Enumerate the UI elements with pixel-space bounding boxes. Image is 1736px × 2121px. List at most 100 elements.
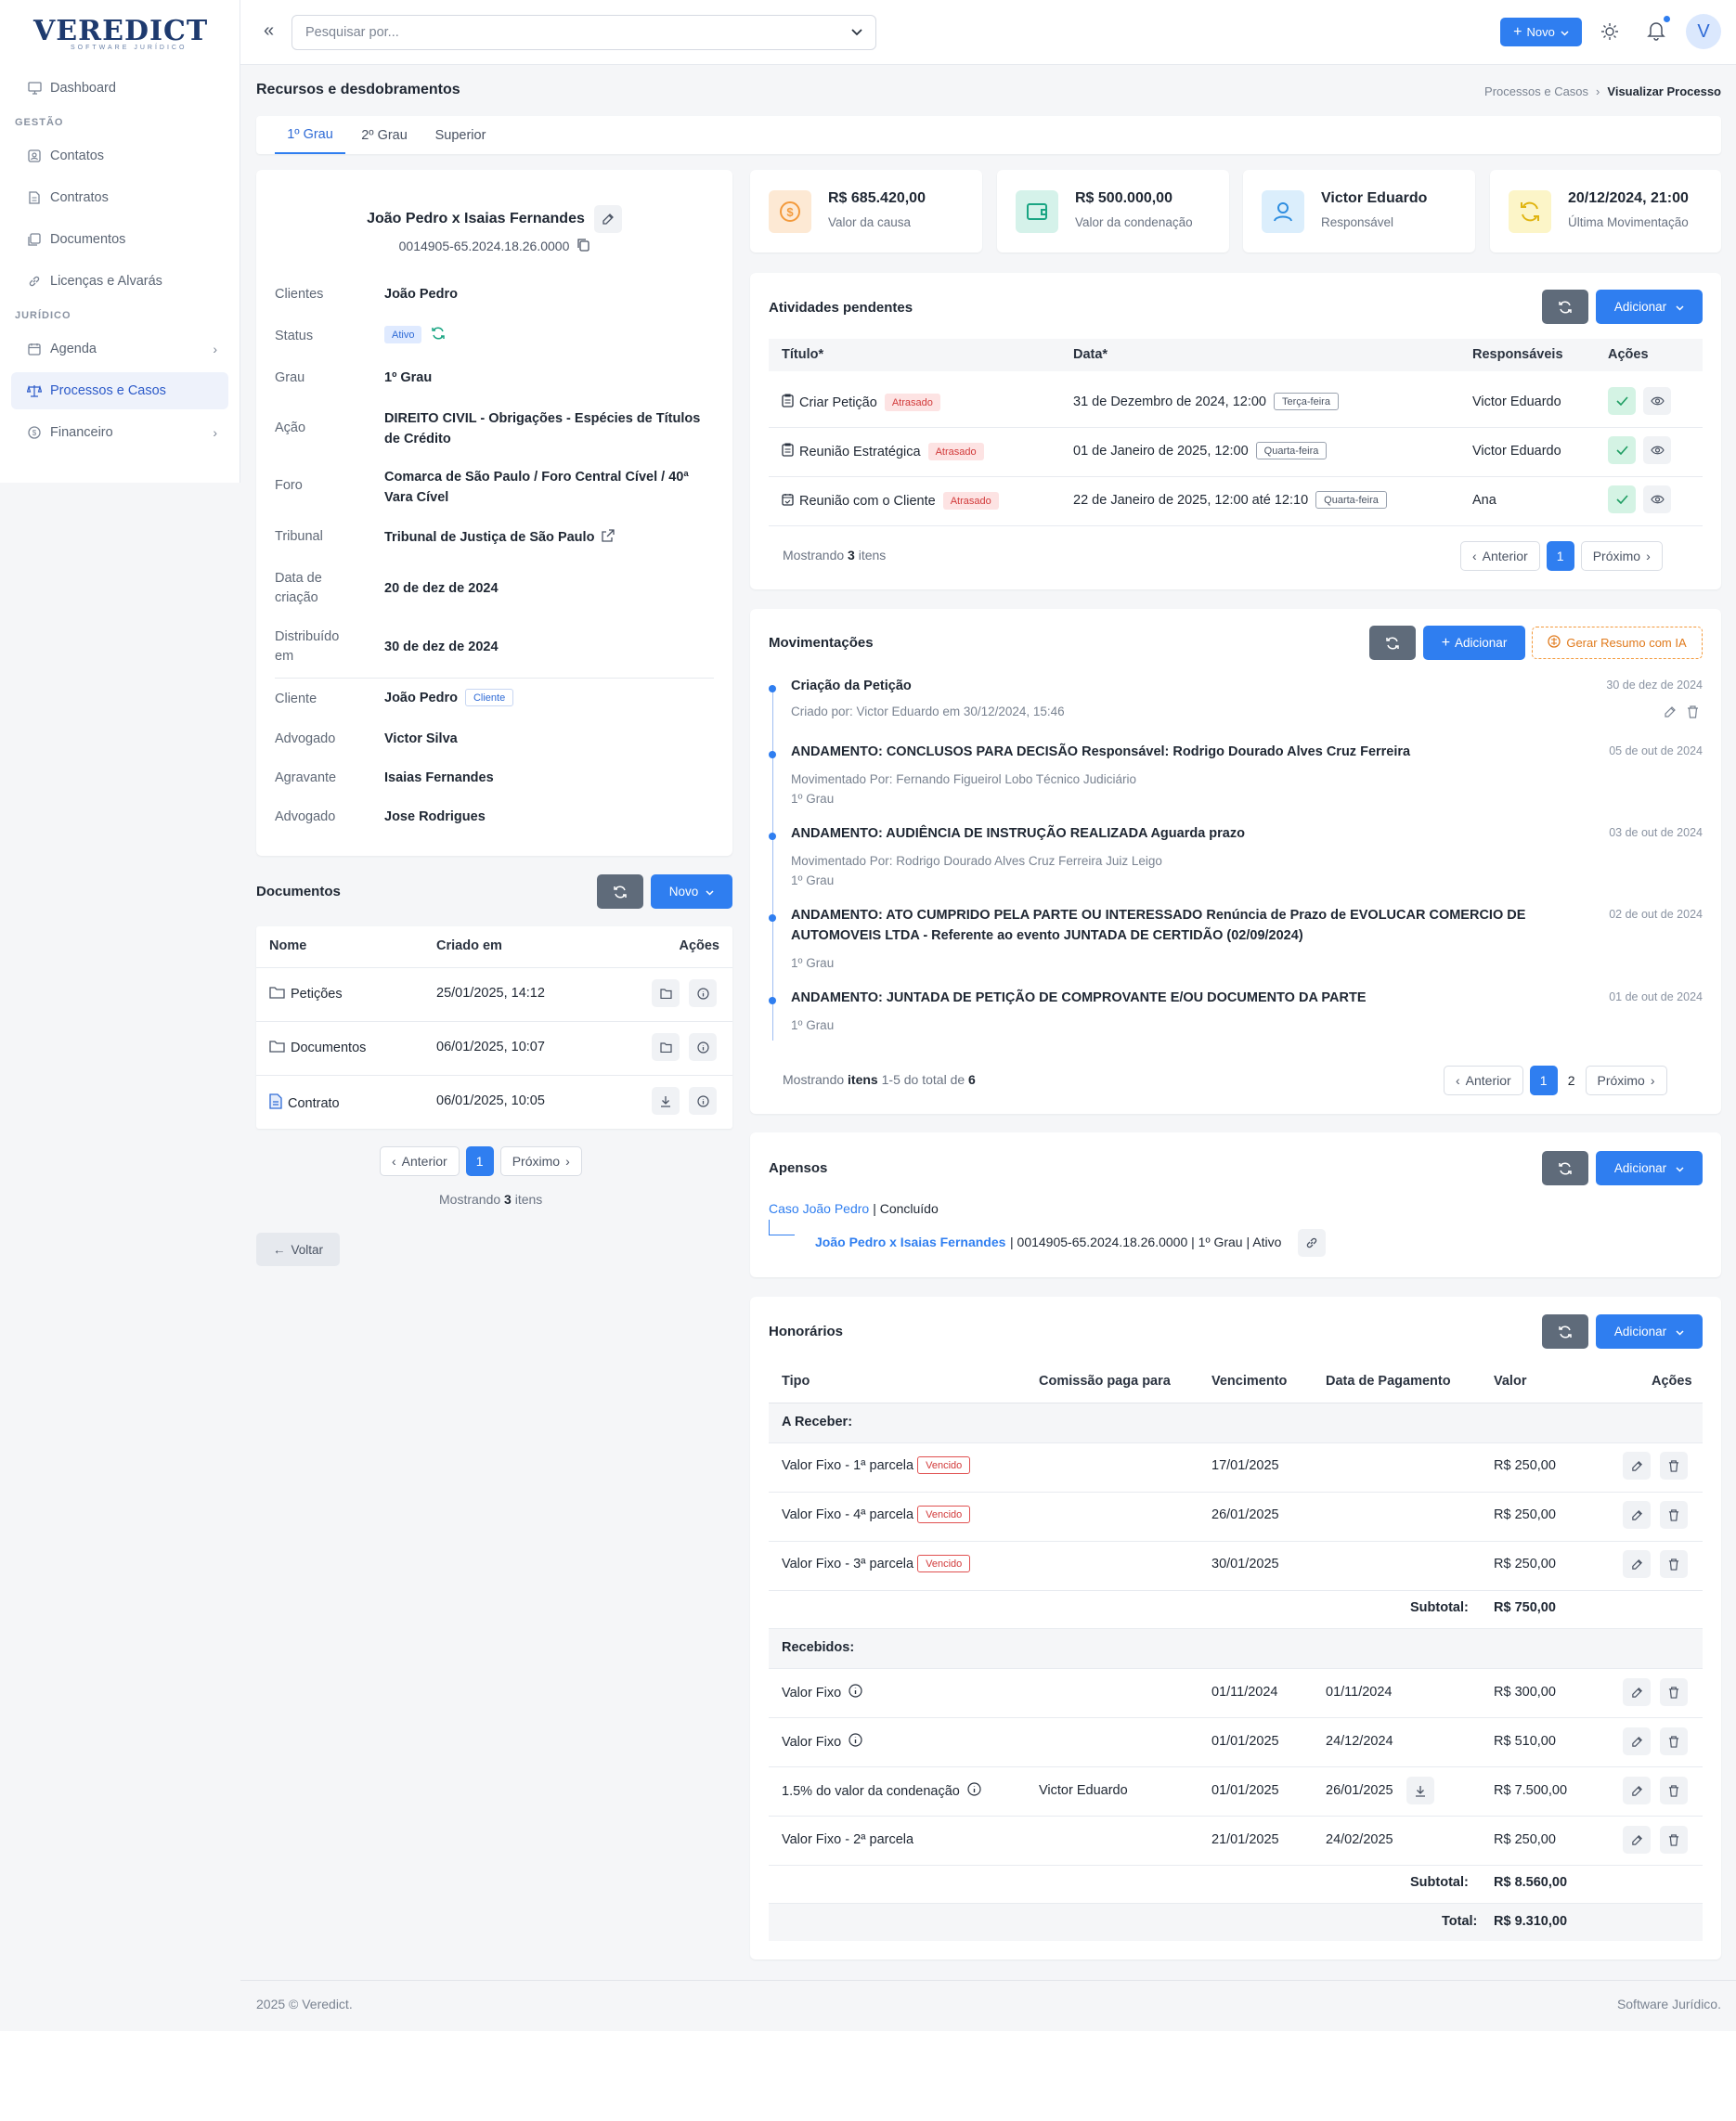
sidebar-item-licencas[interactable]: Licenças e Alvarás bbox=[11, 263, 228, 300]
sidebar-item-dashboard[interactable]: Dashboard bbox=[11, 70, 228, 107]
trash-icon[interactable] bbox=[1660, 1550, 1688, 1578]
complete-check-icon[interactable] bbox=[1608, 436, 1636, 464]
page-2-button[interactable]: 2 bbox=[1563, 1066, 1579, 1095]
download-icon[interactable] bbox=[652, 1087, 680, 1115]
info-icon[interactable] bbox=[689, 979, 717, 1007]
sidebar-item-processos[interactable]: Processos e Casos bbox=[11, 372, 228, 409]
add-activity-button[interactable]: Adicionar bbox=[1596, 290, 1703, 324]
add-honorario-button[interactable]: Adicionar bbox=[1596, 1314, 1703, 1349]
edit-icon[interactable] bbox=[1623, 1727, 1651, 1755]
files-icon bbox=[26, 231, 43, 248]
edit-icon[interactable] bbox=[1623, 1452, 1651, 1480]
trash-icon[interactable] bbox=[1660, 1826, 1688, 1854]
previous-page-button[interactable]: ‹ Anterior bbox=[1460, 541, 1540, 571]
next-page-button[interactable]: Próximo › bbox=[499, 1146, 582, 1176]
search-input[interactable]: Pesquisar por... bbox=[291, 15, 876, 50]
table-row[interactable]: Contrato bbox=[269, 1093, 340, 1113]
avatar[interactable]: V bbox=[1686, 14, 1721, 49]
veredict-logo[interactable]: VEREDICT SOFTWARE JURÍDICO bbox=[33, 17, 210, 52]
refresh-apensos-button[interactable] bbox=[1542, 1151, 1588, 1185]
trash-icon[interactable] bbox=[1660, 1678, 1688, 1706]
breadcrumb-link-processos[interactable]: Processos e Casos bbox=[1484, 84, 1588, 98]
trash-icon[interactable] bbox=[1660, 1727, 1688, 1755]
theme-toggle-icon[interactable] bbox=[1600, 22, 1619, 44]
previous-page-button[interactable]: ‹ Anterior bbox=[380, 1146, 460, 1176]
complete-check-icon[interactable] bbox=[1608, 387, 1636, 415]
trash-icon[interactable] bbox=[1660, 1452, 1688, 1480]
edit-icon[interactable] bbox=[1623, 1826, 1651, 1854]
view-eye-icon[interactable] bbox=[1643, 485, 1671, 513]
edit-icon[interactable] bbox=[1623, 1501, 1651, 1529]
ai-summary-button[interactable]: Gerar Resumo com IA bbox=[1532, 627, 1703, 659]
calendar-check-icon bbox=[782, 493, 794, 510]
field-value-grau: 1º Grau bbox=[384, 370, 433, 385]
apenso-parent-link[interactable]: Caso João Pedro bbox=[769, 1201, 869, 1216]
new-button[interactable]: + Novo bbox=[1500, 18, 1582, 46]
info-icon[interactable] bbox=[689, 1087, 717, 1115]
edit-icon[interactable] bbox=[1623, 1550, 1651, 1578]
fee-due-date: 26/01/2025 bbox=[1211, 1507, 1279, 1522]
add-movement-button[interactable]: + Adicionar bbox=[1423, 626, 1525, 660]
info-icon[interactable] bbox=[849, 1733, 862, 1751]
activity-row[interactable]: Reunião Estratégica Atrasado bbox=[782, 443, 984, 460]
page-1-button[interactable]: 1 bbox=[1546, 541, 1574, 571]
external-link-icon[interactable] bbox=[602, 529, 615, 545]
sidebar-item-documentos[interactable]: Documentos bbox=[11, 221, 228, 258]
next-page-button[interactable]: Próximo › bbox=[1585, 1066, 1667, 1095]
edit-process-icon[interactable] bbox=[593, 205, 622, 233]
collapse-sidebar-icon[interactable]: « bbox=[264, 20, 274, 42]
table-row[interactable]: Petições bbox=[269, 986, 343, 1002]
sidebar-item-financeiro[interactable]: $ Financeiro › bbox=[11, 414, 228, 451]
tab-2-grau[interactable]: 2º Grau bbox=[352, 116, 417, 154]
sidebar-item-contatos[interactable]: Contatos bbox=[11, 137, 228, 175]
stat-card-ultima-movimentacao: 20/12/2024, 21:00 Última Movimentação bbox=[1490, 170, 1721, 252]
info-icon[interactable] bbox=[967, 1782, 981, 1800]
refresh-activities-button[interactable] bbox=[1542, 290, 1588, 324]
sidebar-item-agenda[interactable]: Agenda › bbox=[11, 330, 228, 368]
complete-check-icon[interactable] bbox=[1608, 485, 1636, 513]
view-eye-icon[interactable] bbox=[1643, 387, 1671, 415]
timeline-line bbox=[772, 687, 773, 1041]
refresh-movements-button[interactable] bbox=[1369, 626, 1416, 660]
download-receipt-icon[interactable] bbox=[1406, 1777, 1434, 1804]
add-apenso-button[interactable]: Adicionar bbox=[1596, 1151, 1703, 1185]
open-folder-icon[interactable] bbox=[652, 1033, 680, 1061]
page-1-button[interactable]: 1 bbox=[1529, 1066, 1558, 1095]
edit-icon[interactable] bbox=[1623, 1678, 1651, 1706]
table-row[interactable]: Documentos bbox=[269, 1040, 366, 1056]
unlink-icon[interactable] bbox=[1298, 1229, 1326, 1257]
tab-superior[interactable]: Superior bbox=[423, 116, 498, 154]
activity-row[interactable]: Criar Petição Atrasado bbox=[782, 394, 940, 411]
chevron-right-icon: › bbox=[213, 425, 217, 440]
breadcrumb: Processos e Casos › Visualizar Processo bbox=[1484, 84, 1721, 98]
honorarios-title: Honorários bbox=[769, 1324, 844, 1339]
edit-icon[interactable] bbox=[1623, 1777, 1651, 1804]
trash-icon[interactable] bbox=[1687, 705, 1699, 721]
refresh-honorarios-button[interactable] bbox=[1542, 1314, 1588, 1349]
document-date: 06/01/2025, 10:07 bbox=[436, 1040, 545, 1054]
next-page-button[interactable]: Próximo › bbox=[1580, 541, 1663, 571]
refresh-documents-button[interactable] bbox=[597, 874, 643, 909]
stat-card-valor-condenacao: R$ 500.000,00 Valor da condenação bbox=[997, 170, 1229, 252]
activity-row[interactable]: Reunião com o Cliente Atrasado bbox=[782, 492, 999, 510]
new-document-button[interactable]: Novo bbox=[651, 874, 732, 909]
fee-value: R$ 250,00 bbox=[1494, 1832, 1556, 1847]
apenso-child-link[interactable]: João Pedro x Isaias Fernandes bbox=[815, 1235, 1005, 1249]
column-header: Responsáveis bbox=[1472, 347, 1563, 362]
info-icon[interactable] bbox=[849, 1684, 862, 1701]
activities-showing-text: Mostrando 3 itens bbox=[783, 548, 887, 563]
tab-1-grau[interactable]: 1º Grau bbox=[275, 116, 345, 154]
edit-icon[interactable] bbox=[1664, 705, 1677, 721]
notifications-bell-icon[interactable] bbox=[1646, 16, 1670, 44]
back-button[interactable]: ← Voltar bbox=[256, 1233, 340, 1266]
info-icon[interactable] bbox=[689, 1033, 717, 1061]
refresh-status-icon[interactable] bbox=[431, 326, 446, 343]
copy-icon[interactable] bbox=[577, 238, 590, 254]
open-folder-icon[interactable] bbox=[652, 979, 680, 1007]
trash-icon[interactable] bbox=[1660, 1501, 1688, 1529]
view-eye-icon[interactable] bbox=[1643, 436, 1671, 464]
previous-page-button[interactable]: ‹ Anterior bbox=[1444, 1066, 1523, 1095]
trash-icon[interactable] bbox=[1660, 1777, 1688, 1804]
sidebar-item-contratos[interactable]: Contratos bbox=[11, 179, 228, 216]
page-1-button[interactable]: 1 bbox=[465, 1146, 494, 1176]
